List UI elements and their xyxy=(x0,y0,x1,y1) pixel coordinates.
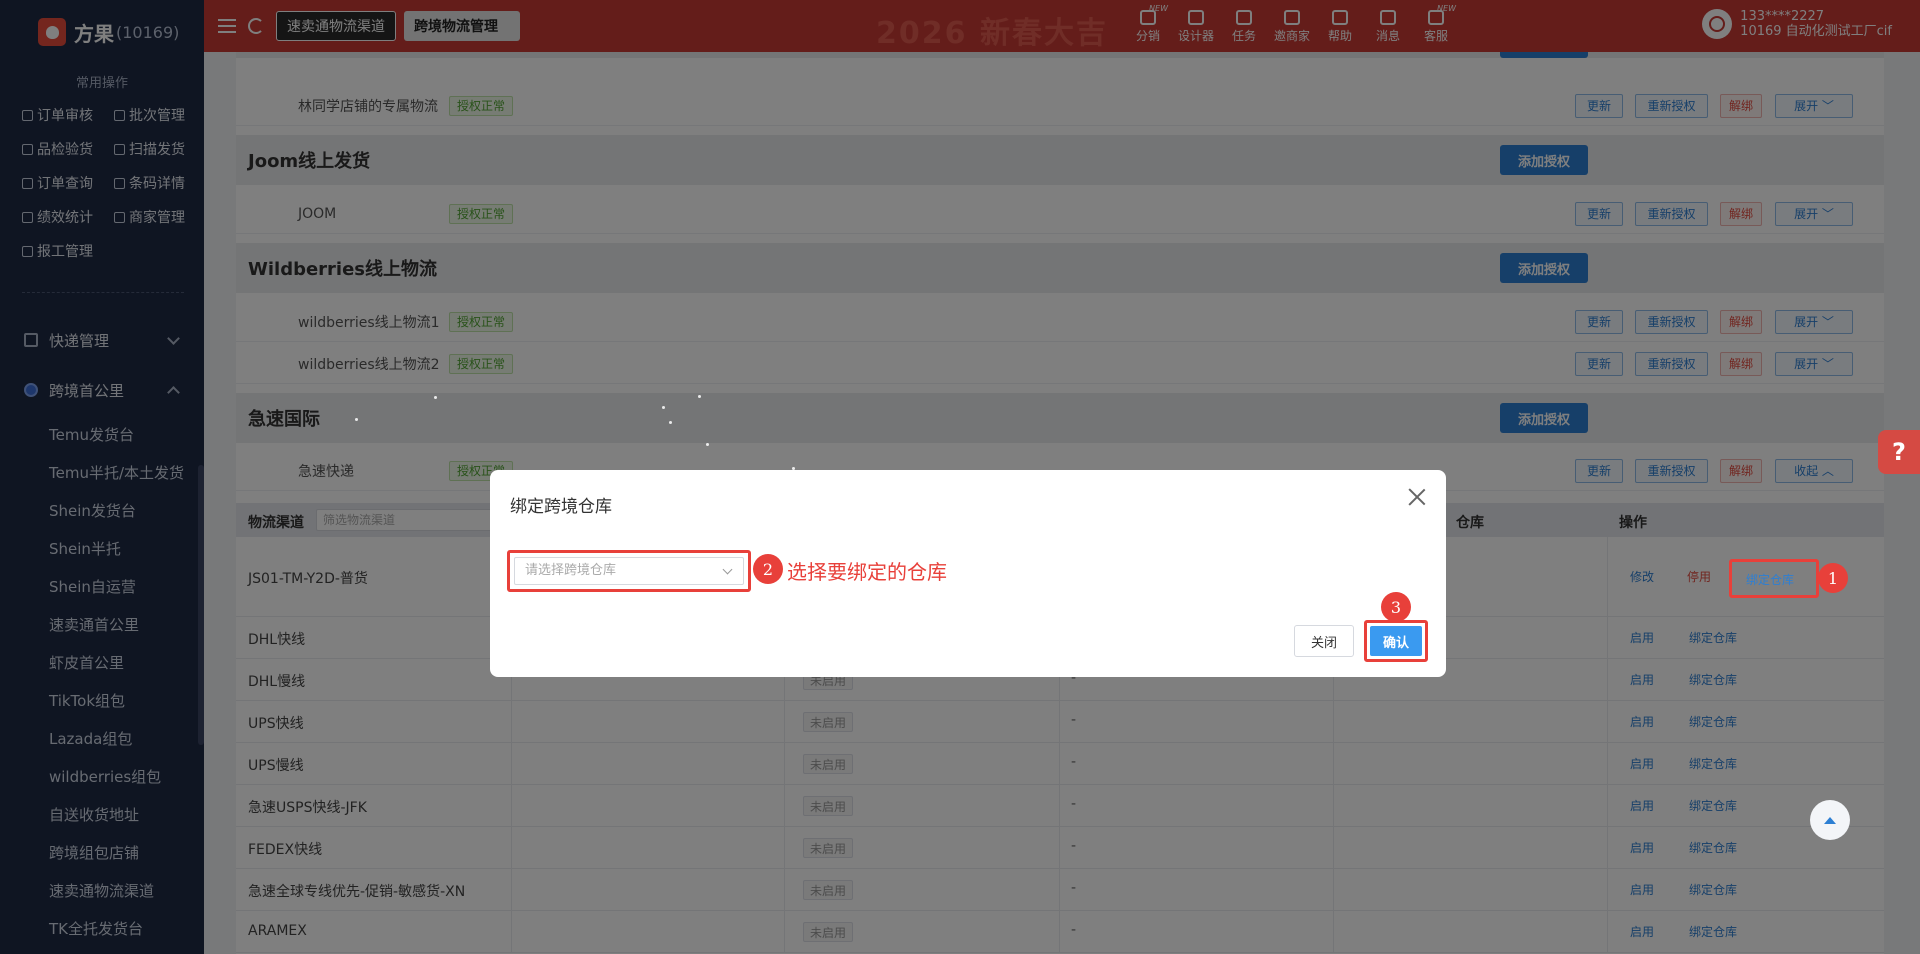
confirm-button[interactable]: 确认 xyxy=(1370,626,1422,656)
sparkle xyxy=(669,421,672,424)
sparkle xyxy=(698,395,701,398)
dialog-title: 绑定跨境仓库 xyxy=(510,497,612,517)
sparkle xyxy=(434,396,437,399)
annotation-text: 选择要绑定的仓库 xyxy=(787,560,947,584)
sparkle xyxy=(662,406,665,409)
chevron-down-icon xyxy=(722,564,733,575)
close-button[interactable]: 关闭 xyxy=(1294,625,1354,657)
step-badge-2: 2 xyxy=(753,554,783,584)
warehouse-select[interactable]: 请选择跨境仓库 xyxy=(514,557,744,585)
confirm-highlight: 确认 xyxy=(1364,620,1428,662)
step-badge-1: 1 xyxy=(1818,563,1848,593)
scroll-top-button[interactable] xyxy=(1810,800,1850,840)
bind-warehouse-highlight[interactable]: 绑定仓库 xyxy=(1729,559,1819,598)
sparkle xyxy=(355,418,358,421)
help-float-button[interactable]: ? xyxy=(1878,430,1920,474)
sparkle xyxy=(706,443,709,446)
bind-warehouse-link[interactable]: 绑定仓库 xyxy=(1746,571,1794,588)
close-icon[interactable] xyxy=(1406,486,1428,508)
warehouse-select-highlight: 请选择跨境仓库 xyxy=(507,550,751,592)
step-badge-3: 3 xyxy=(1381,592,1411,622)
bind-warehouse-dialog: 绑定跨境仓库 请选择跨境仓库 2 选择要绑定的仓库 关闭 3 确认 xyxy=(490,470,1446,677)
